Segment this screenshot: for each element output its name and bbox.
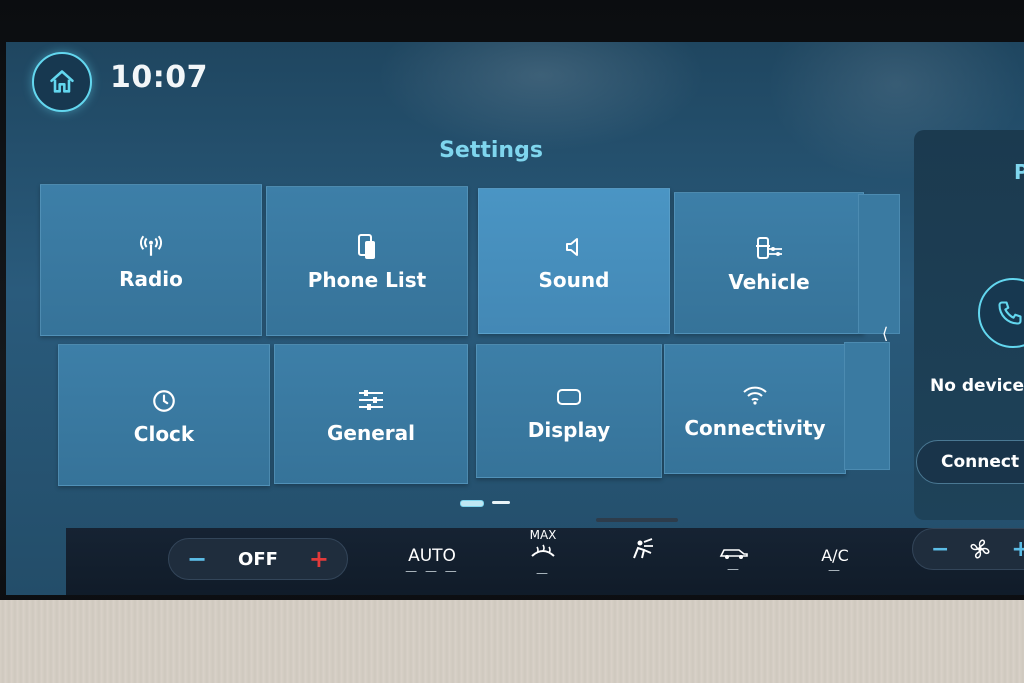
temp-decrease-button[interactable]: − <box>187 545 207 573</box>
tile-clock[interactable]: Clock <box>58 344 270 486</box>
display-icon <box>557 389 581 405</box>
phone-icon <box>998 301 1022 325</box>
chevron-left-icon[interactable]: ⟨ <box>882 324 888 343</box>
temperature-control: − OFF + <box>168 538 348 580</box>
front-defrost-icon <box>531 544 555 557</box>
fan-increase-button[interactable]: + <box>1011 537 1024 562</box>
home-icon <box>50 70 74 93</box>
fan-decrease-button[interactable]: − <box>931 537 949 562</box>
max-indicator: — <box>536 566 550 580</box>
tile-label: Sound <box>538 268 610 292</box>
recirculation-button[interactable]: — <box>714 544 754 576</box>
connect-phone-button[interactable]: Connect Pho <box>916 440 1024 484</box>
ac-indicator: — <box>828 563 842 577</box>
recirculation-indicator: — <box>727 562 741 576</box>
side-panel-heading: P <box>1014 160 1024 184</box>
infotainment-screen: 10:07 Settings Radio Phone List Sound Ve… <box>6 42 1024 595</box>
temp-status: OFF <box>238 548 278 570</box>
clock-time: 10:07 <box>110 60 208 95</box>
antenna-icon <box>139 235 163 256</box>
tile-general[interactable]: General <box>274 344 468 484</box>
phone-list-icon <box>358 234 375 259</box>
airflow-mode-button[interactable] <box>616 534 666 568</box>
tile-sound[interactable]: Sound <box>478 188 670 334</box>
page-indicator[interactable] <box>460 500 510 507</box>
auto-level-indicator: — — — <box>405 564 459 578</box>
tile-label: General <box>327 421 415 445</box>
auto-label: AUTO <box>408 546 456 566</box>
page-title: Settings <box>439 138 543 163</box>
screen-reflection <box>376 42 706 152</box>
fan-icon <box>970 539 990 559</box>
tile-partial-next[interactable] <box>844 342 890 470</box>
tile-label: Clock <box>133 422 195 446</box>
tile-phone-list[interactable]: Phone List <box>266 186 468 336</box>
fan-speed-control: − + <box>912 528 1024 570</box>
tile-vehicle[interactable]: Vehicle <box>674 192 864 334</box>
speaker-icon <box>566 238 578 256</box>
climate-handle <box>596 518 678 522</box>
page-dot-active[interactable] <box>460 500 484 507</box>
tile-label: Phone List <box>307 268 427 292</box>
recirculation-car-icon <box>719 549 748 559</box>
max-defrost-button[interactable]: MAX — <box>516 528 570 580</box>
tile-connectivity[interactable]: Connectivity <box>664 344 846 474</box>
seat-airflow-icon <box>633 538 653 559</box>
temp-increase-button[interactable]: + <box>309 545 329 573</box>
tile-radio[interactable]: Radio <box>40 184 262 336</box>
vehicle-settings-icon <box>756 237 782 259</box>
page-dot[interactable] <box>492 501 510 504</box>
tile-label: Radio <box>119 267 183 291</box>
auto-button[interactable]: AUTO — — — <box>396 546 468 578</box>
device-status-text: No device co <box>930 376 1024 396</box>
tile-label: Connectivity <box>684 416 826 440</box>
clock-icon <box>153 390 175 412</box>
tile-partial-next[interactable] <box>858 194 900 334</box>
home-button[interactable] <box>32 52 92 112</box>
max-label: MAX <box>529 528 557 542</box>
wifi-icon <box>743 386 767 405</box>
tile-label: Display <box>527 418 611 442</box>
climate-control-bar: − OFF + AUTO — — — MAX — — A/C — − + <box>66 528 1024 595</box>
tile-label: Vehicle <box>728 270 810 294</box>
tile-display[interactable]: Display <box>476 344 662 478</box>
sliders-icon <box>359 390 383 410</box>
dashboard-surface <box>0 600 1024 683</box>
ac-button[interactable]: A/C — <box>812 546 858 577</box>
